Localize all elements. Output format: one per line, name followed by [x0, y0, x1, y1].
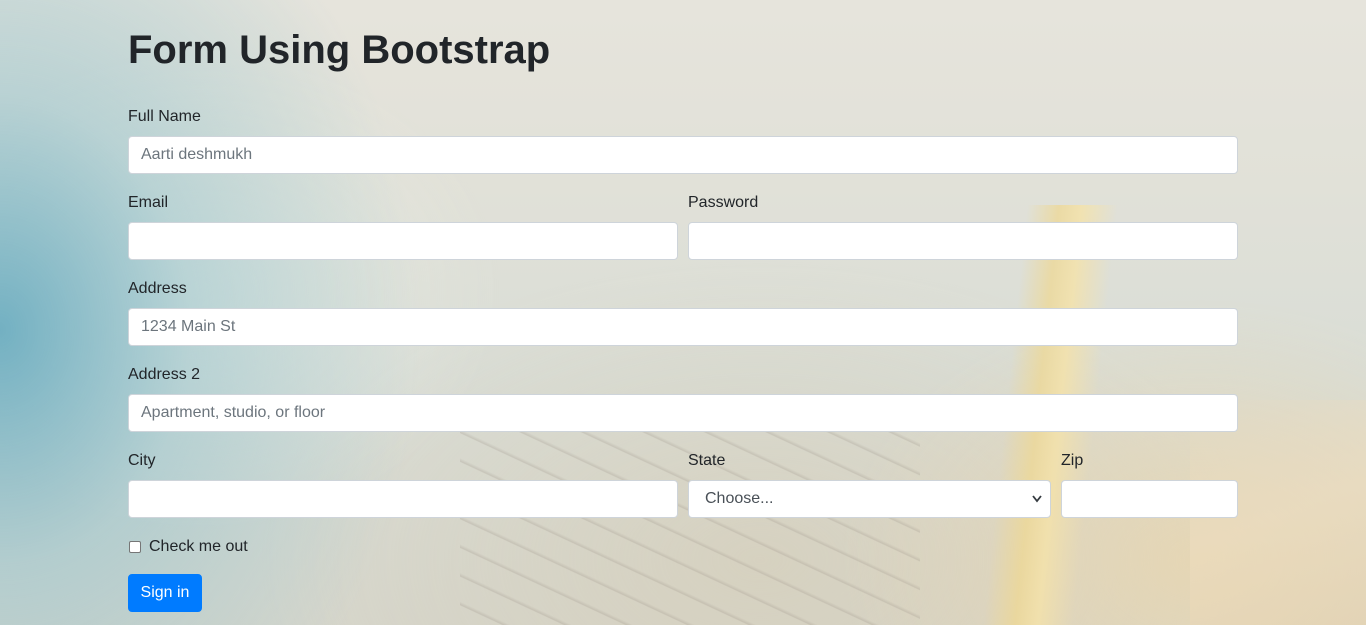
sign-in-button[interactable]: Sign in [128, 574, 202, 612]
state-label: State [688, 452, 726, 469]
address2-input[interactable] [128, 394, 1238, 432]
address-label: Address [128, 280, 187, 297]
full-name-input[interactable] [128, 136, 1238, 174]
zip-label: Zip [1061, 452, 1084, 469]
password-input[interactable] [688, 222, 1238, 260]
address2-label: Address 2 [128, 366, 201, 383]
city-input[interactable] [128, 480, 678, 518]
chevron-down-icon [1032, 481, 1042, 531]
city-label: City [128, 452, 156, 469]
email-label: Email [128, 194, 169, 211]
check-me-out-label: Check me out [149, 538, 248, 555]
zip-input[interactable] [1061, 480, 1238, 518]
state-select[interactable]: Choose... [688, 480, 1051, 518]
email-input[interactable] [128, 222, 678, 260]
page-title: Form Using Bootstrap [128, 28, 551, 72]
password-label: Password [688, 194, 759, 211]
address-input[interactable] [128, 308, 1238, 346]
check-me-out-checkbox[interactable] [129, 541, 141, 553]
full-name-label: Full Name [128, 108, 201, 125]
check-me-out-row: Check me out [128, 537, 248, 557]
state-selected-value: Choose... [705, 490, 774, 507]
